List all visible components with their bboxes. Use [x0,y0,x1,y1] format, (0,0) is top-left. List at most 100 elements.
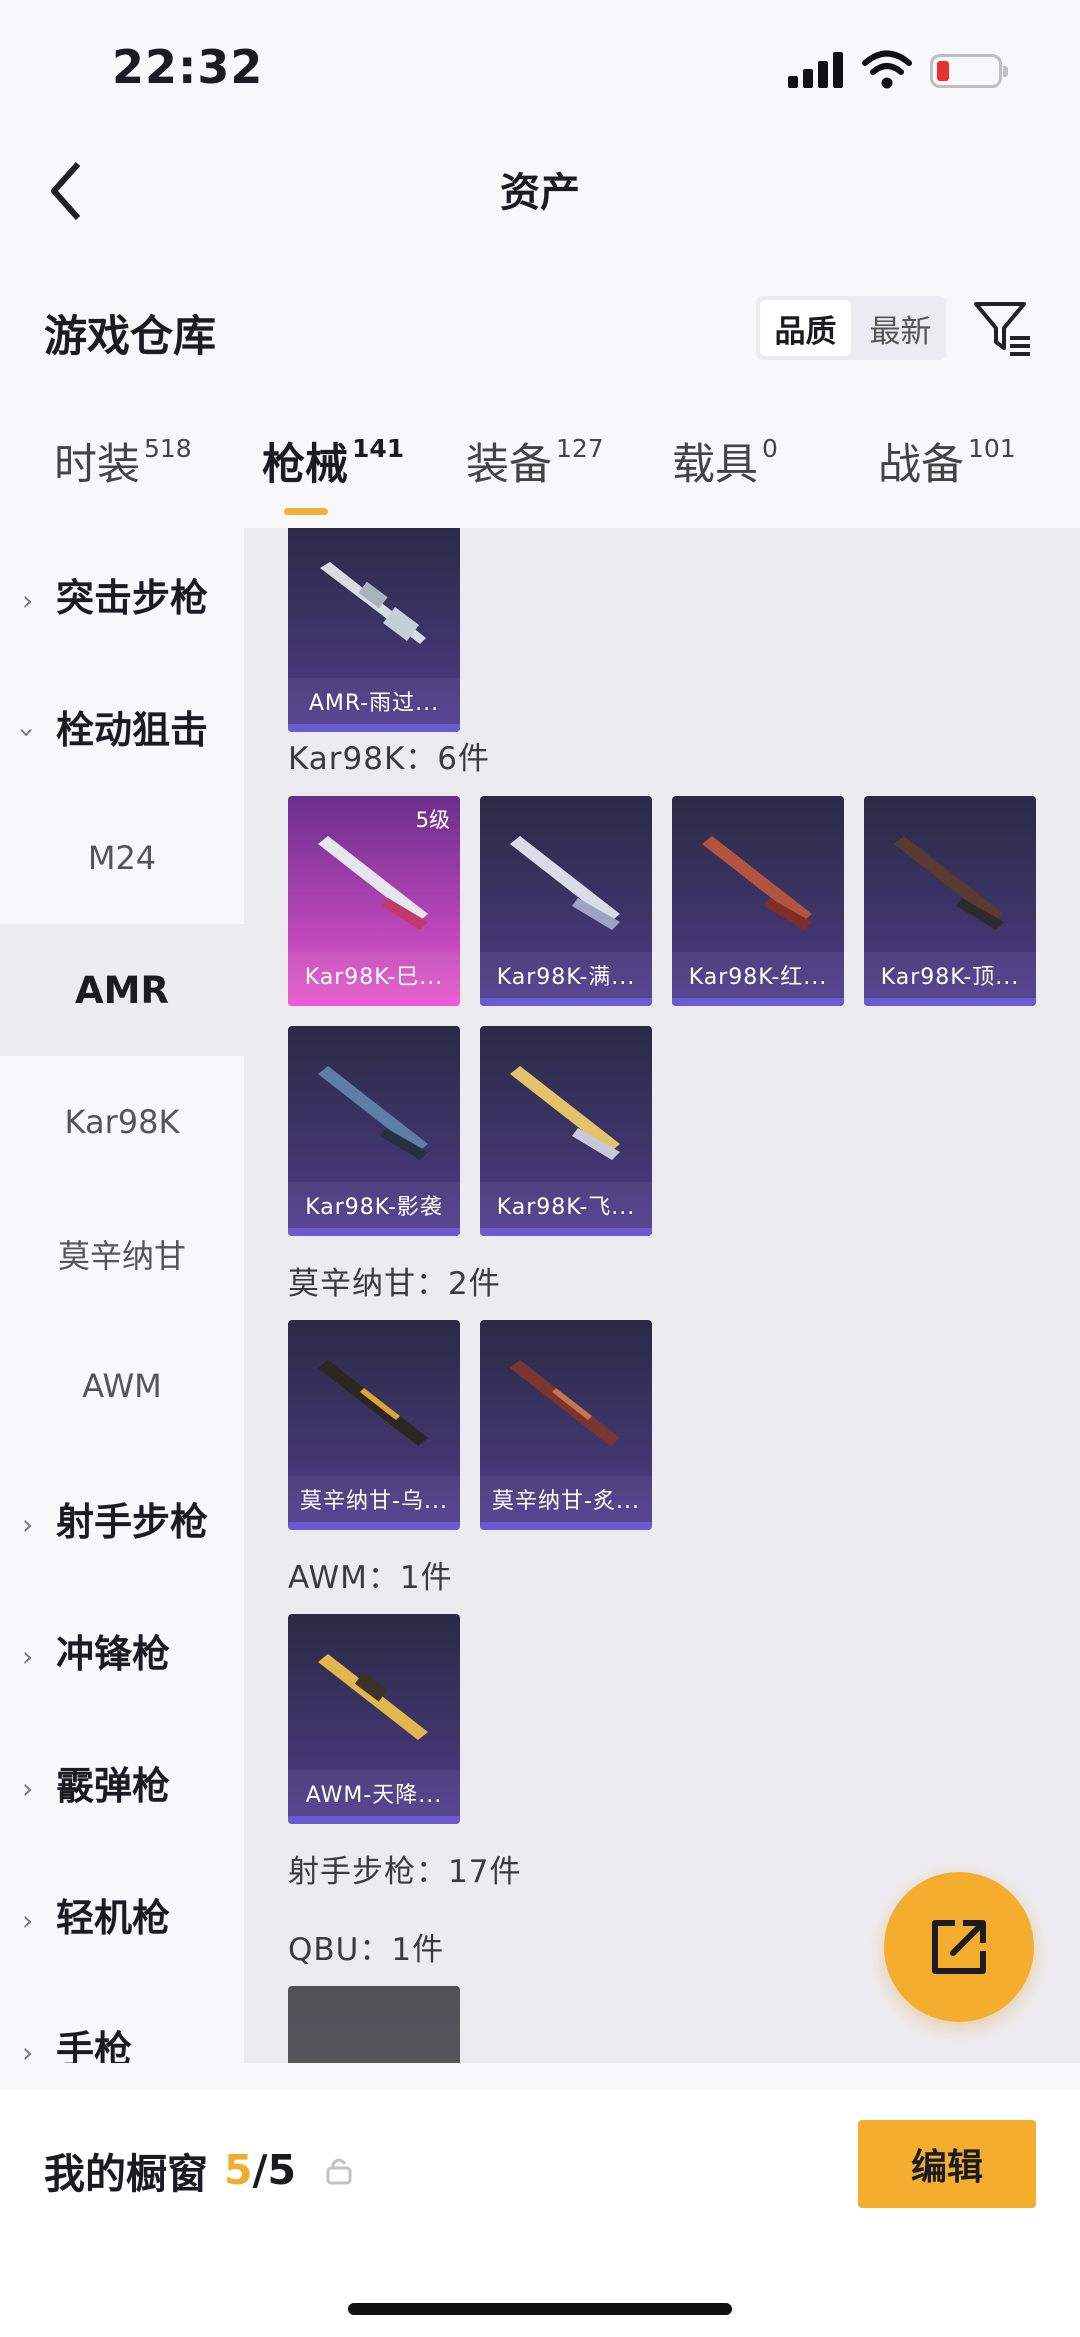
rifle-icon [318,836,428,930]
chevron-right-icon: › [22,1640,34,1673]
tab-gear[interactable]: 战备 101 [878,430,1016,492]
lock-icon [326,2158,352,2185]
sidebar-item-bolt-sniper[interactable]: › 栓动狙击 [0,660,244,792]
clock: 22:32 [112,40,264,94]
sidebar-item-shotgun[interactable]: › 霰弹枪 [0,1716,244,1848]
sidebar-item-amr[interactable]: AMR [0,924,244,1056]
showcase-current: 5 [224,2146,253,2194]
item-name: 莫辛纳甘-乌... [288,1476,460,1522]
bottom-bar: 我的橱窗 5 /5 编辑 [0,2090,1080,2337]
sidebar-item-label: 轻机枪 [56,1895,171,1940]
sidebar-item-kar98k[interactable]: Kar98K [0,1056,244,1188]
edit-button[interactable]: 编辑 [858,2120,1036,2208]
item-card[interactable]: Kar98K-红... [672,796,844,1006]
tab-fashion[interactable]: 时装 518 [54,430,192,492]
item-card[interactable]: Kar98K-顶... [864,796,1036,1006]
item-card[interactable]: 莫辛纳甘-乌... [288,1320,460,1530]
item-name: Kar98K-影袭 [288,1182,460,1228]
item-card[interactable]: AMR-雨过... [288,528,460,732]
tab-label: 时装 [54,440,140,490]
tab-count: 518 [144,434,192,463]
wifi-icon [862,50,912,89]
sidebar-item-m24[interactable]: M24 [0,792,244,924]
rifle-icon [510,1066,620,1160]
rifle-icon [894,836,1004,930]
item-name: 莫辛纳甘-炙... [480,1476,652,1522]
rarity-bar [480,1522,652,1530]
share-icon [932,1920,986,1974]
item-card[interactable]: Kar98K-飞... [480,1026,652,1236]
rarity-bar [288,724,460,732]
sidebar-item-lmg[interactable]: › 轻机枪 [0,1848,244,1980]
chevron-down-icon: › [11,726,45,739]
battery-icon [930,54,1008,88]
tab-guns[interactable]: 枪械 141 [262,430,404,492]
group-label: QBU：1件 [288,1932,445,1968]
filter-icon[interactable] [970,296,1034,360]
rarity-bar [288,1228,460,1236]
sidebar-item-smg[interactable]: › 冲锋枪 [0,1584,244,1716]
tab-label: 枪械 [262,440,348,490]
item-card[interactable]: Kar98K-满... [480,796,652,1006]
sidebar-item-awm[interactable]: AWM [0,1320,244,1452]
rarity-bar [672,998,844,1006]
rarity-bar [288,1816,460,1824]
rifle-icon [300,2012,448,2063]
sidebar-item-label: 栓动狙击 [56,707,209,752]
item-name: Kar98K-满... [480,952,652,998]
rifle-icon [318,1360,428,1446]
status-bar: 22:32 [0,0,1080,130]
rarity-bar [288,998,460,1006]
rifle-icon [320,562,426,644]
sort-latest-button[interactable]: 最新 [855,296,946,360]
tab-count: 0 [762,434,778,463]
item-name: AMR-雨过... [288,678,460,724]
page-title: 资产 [500,170,580,216]
home-indicator [348,2303,732,2315]
rarity-bar [480,998,652,1006]
item-card[interactable]: 5级 Kar98K-巳... [288,796,460,1006]
chevron-right-icon: › [22,2036,34,2063]
item-card[interactable] [288,1986,460,2063]
chevron-right-icon: › [22,1508,34,1541]
item-name: Kar98K-飞... [480,1182,652,1228]
rifle-icon [510,1360,620,1446]
share-button[interactable] [884,1872,1034,2022]
sidebar-item-label: 突击步枪 [56,575,209,620]
item-name: Kar98K-巳... [288,952,460,998]
sort-toggle[interactable]: 品质 最新 [756,296,946,360]
sidebar-item-label: 手枪 [56,2027,133,2064]
sort-quality-button[interactable]: 品质 [760,300,851,356]
item-card[interactable]: 莫辛纳甘-炙... [480,1320,652,1530]
tab-vehicles[interactable]: 载具 0 [672,430,778,492]
group-label: AWM：1件 [288,1560,453,1596]
tab-equipment[interactable]: 装备 127 [466,430,604,492]
rifle-icon [702,836,812,930]
rarity-bar [288,1522,460,1530]
showcase-total: /5 [252,2146,297,2194]
rifle-icon [510,836,620,930]
sidebar-item-marksman-rifle[interactable]: › 射手步枪 [0,1452,244,1584]
chevron-right-icon: › [22,1772,34,1805]
tab-label: 装备 [466,440,552,490]
sidebar-item-mosin[interactable]: 莫辛纳甘 [0,1188,244,1320]
group-label: Kar98K：6件 [288,741,491,777]
rifle-icon [318,1066,428,1160]
chevron-right-icon: › [22,584,34,617]
item-name: AWM-天降... [288,1770,460,1816]
item-grid: AMR-雨过... Kar98K：6件 5级 Kar98K-巳... Kar98… [244,528,1080,2063]
sidebar-item-pistol[interactable]: › 手枪 [0,1980,244,2064]
sidebar-item-assault-rifle[interactable]: › 突击步枪 [0,528,244,660]
category-tabs: 时装 518 枪械 141 装备 127 载具 0 战备 101 [0,430,1080,530]
item-card[interactable]: AWM-天降... [288,1614,460,1824]
rarity-bar [480,1228,652,1236]
item-card[interactable]: Kar98K-影袭 [288,1026,460,1236]
rifle-icon [318,1654,428,1740]
signal-icon [788,52,844,88]
chevron-right-icon: › [22,1904,34,1937]
showcase-label: 我的橱窗 [44,2150,208,2198]
sidebar-item-label: 霰弹枪 [56,1763,171,1808]
showcase-status: 我的橱窗 5 /5 [44,2140,354,2200]
item-name: Kar98K-顶... [864,952,1036,998]
tab-label: 载具 [672,440,758,490]
